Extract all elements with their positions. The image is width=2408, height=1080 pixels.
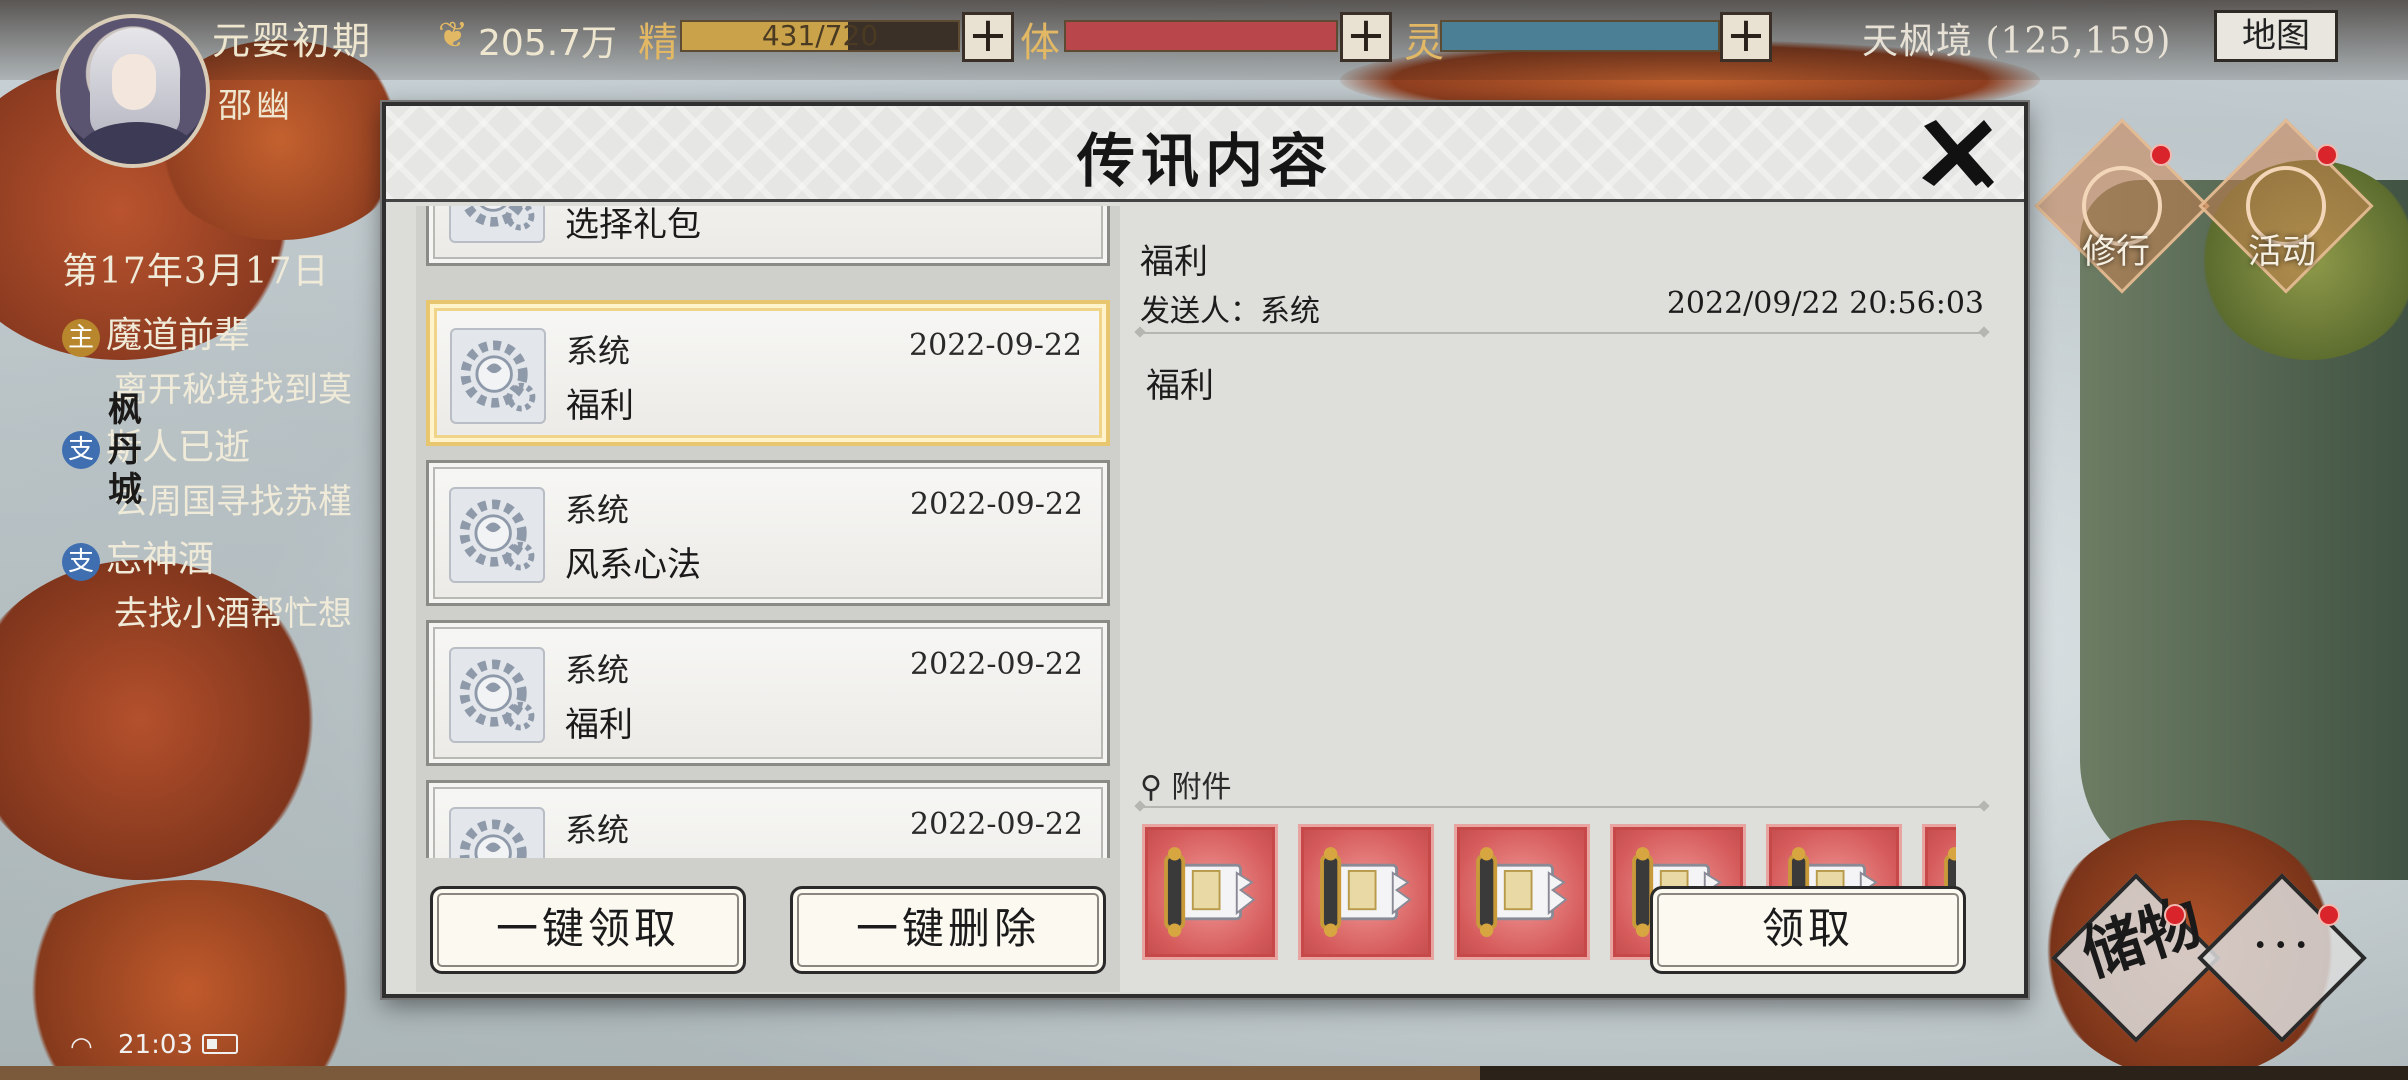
stat-label-spirit: 灵 <box>1404 20 1444 66</box>
body-bar <box>1064 20 1338 52</box>
cultivation-rank: 元婴初期 <box>212 19 373 63</box>
message-date: 2022-09-22 <box>910 807 1083 842</box>
attachments-label: 附件 <box>1171 770 1232 805</box>
system-gear-icon <box>449 647 545 743</box>
quest-title: 魔道前辈 <box>106 315 251 356</box>
spirit-bar <box>1440 20 1720 52</box>
map-button[interactable]: 地图 <box>2214 10 2338 62</box>
add-essence-button[interactable]: + <box>962 11 1014 62</box>
detail-timestamp: 2022/09/22 20:56:03 <box>1666 286 1984 321</box>
quest-desc: 离开秘境找到莫 <box>114 370 352 410</box>
notification-dot <box>2316 144 2338 166</box>
message-item[interactable]: 系统 2022-09-22 <box>426 780 1110 858</box>
message-list[interactable]: 选择礼包 系统 2022-09-22 福利 系统 2022-09-22 风系心法 <box>426 206 1110 858</box>
quest-desc: 去找小酒帮忙想 <box>114 594 352 634</box>
attachment-item[interactable] <box>1454 824 1590 960</box>
message-date: 2022-09-22 <box>909 328 1082 363</box>
attachment-item[interactable] <box>1298 824 1434 960</box>
scroll-icon <box>1476 847 1568 937</box>
message-subject: 福利 <box>565 705 633 745</box>
notification-dot <box>2318 904 2340 926</box>
divider <box>1140 332 1984 334</box>
attachments-header: ⚲ 附件 <box>1140 762 1232 806</box>
divider <box>1140 806 1984 808</box>
scroll-icon <box>1164 847 1256 937</box>
stat-label-essence: 精 <box>638 20 678 66</box>
quest-title: 忘神酒 <box>106 539 215 580</box>
add-spirit-button[interactable]: + <box>1720 11 1772 62</box>
wifi-icon: ◠ <box>70 1032 93 1062</box>
message-item-selected[interactable]: 系统 2022-09-22 福利 <box>426 300 1110 446</box>
battery-icon <box>202 1034 238 1054</box>
player-name: 邵幽 <box>218 86 294 126</box>
message-sender: 系统 <box>565 491 630 529</box>
message-subject: 福利 <box>566 386 634 426</box>
attachment-item[interactable] <box>1142 824 1278 960</box>
bottom-progress-strip <box>0 1066 2408 1080</box>
claim-button[interactable]: 领取 <box>1650 886 1966 974</box>
message-sender: 系统 <box>565 811 630 849</box>
coin-value: 205.7万 <box>478 23 618 64</box>
quest-item-side-2[interactable]: 支忘神酒 <box>62 530 214 582</box>
quest-item-main[interactable]: 主魔道前辈 <box>62 306 250 358</box>
more-icon: ··· <box>2252 916 2314 976</box>
message-item[interactable]: 选择礼包 <box>426 206 1110 266</box>
delete-all-button[interactable]: 一键删除 <box>790 886 1106 974</box>
quest-tag: 主 <box>62 319 100 357</box>
location-coordinates: 天枫境 (125,159) <box>1862 21 2172 62</box>
body-bar-fill <box>1066 22 1336 50</box>
link-icon: ⚲ <box>1140 770 1162 805</box>
player-avatar[interactable] <box>56 14 210 168</box>
claim-all-button[interactable]: 一键领取 <box>430 886 746 974</box>
city-label: 枫丹城 <box>108 390 142 510</box>
message-item[interactable]: 系统 2022-09-22 风系心法 <box>426 460 1110 606</box>
cultivate-label: 修行 <box>2082 232 2150 272</box>
system-gear-icon <box>449 487 545 583</box>
system-gear-icon <box>449 807 545 858</box>
game-date: 第17年3月17日 <box>62 251 330 292</box>
close-icon <box>1922 120 1994 188</box>
notification-dot <box>2150 144 2172 166</box>
message-sender: 系统 <box>565 651 630 689</box>
notification-dot <box>2164 904 2186 926</box>
activity-label: 活动 <box>2248 232 2316 272</box>
message-list-pane: 选择礼包 系统 2022-09-22 福利 系统 2022-09-22 风系心法 <box>416 206 1120 992</box>
clock-time: 21:03 <box>118 1030 193 1060</box>
quest-tag: 支 <box>62 543 100 581</box>
message-subject: 风系心法 <box>565 545 701 585</box>
message-date: 2022-09-22 <box>910 487 1083 522</box>
scroll-icon <box>1320 847 1412 937</box>
modal-header: 传讯内容 <box>386 106 2024 202</box>
quest-item-side-1[interactable]: 支斯人已逝 <box>62 418 250 470</box>
essence-value: 431/720 <box>761 19 879 52</box>
detail-sender: 发送人：系统 <box>1140 294 1320 329</box>
quest-tag: 支 <box>62 431 100 469</box>
system-gear-icon <box>450 328 546 424</box>
spirit-bar-fill <box>1442 22 1718 50</box>
message-subject: 选择礼包 <box>565 206 701 245</box>
message-modal: 传讯内容 选择礼包 系统 2022-09-22 福利 系统 2022-09-22… <box>382 102 2028 998</box>
add-body-button[interactable]: + <box>1340 11 1392 62</box>
modal-title: 传讯内容 <box>1076 127 1333 195</box>
message-detail-pane: 福利 发送人：系统 2022/09/22 20:56:03 福利 ⚲ 附件 领取 <box>1120 206 2024 992</box>
system-gear-icon <box>449 206 545 243</box>
spirit-coin-icon: ❦ <box>437 15 469 56</box>
message-sender: 系统 <box>566 332 631 370</box>
detail-body: 福利 <box>1146 366 1214 406</box>
essence-bar: 431/720 <box>680 20 960 52</box>
stat-label-body: 体 <box>1020 20 1060 66</box>
detail-title: 福利 <box>1140 242 1208 282</box>
quest-desc: 去周国寻找苏槿 <box>114 482 352 522</box>
message-item[interactable]: 系统 2022-09-22 福利 <box>426 620 1110 766</box>
message-date: 2022-09-22 <box>910 647 1083 682</box>
close-button[interactable] <box>1914 112 1996 194</box>
